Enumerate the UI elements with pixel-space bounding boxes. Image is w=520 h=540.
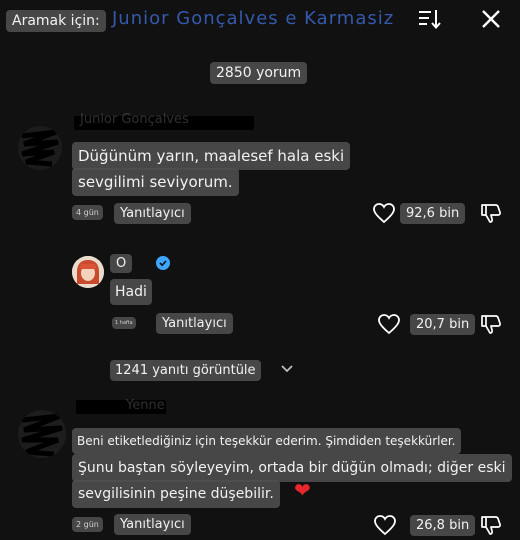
scribble-redaction [21, 413, 63, 457]
avatar[interactable] [72, 256, 104, 288]
comment-time: 2 gün [72, 517, 103, 532]
comment-text-line3: sevgilisinin peşine düşebilir. [72, 480, 280, 508]
avatar-image [72, 256, 104, 288]
thumbs-down-icon [481, 516, 501, 535]
search-label: Aramak için: [6, 10, 106, 32]
like-count: 20,7 bin [410, 314, 476, 335]
like-button[interactable] [376, 311, 402, 337]
comment-text-line2: sevgilimi seviyorum. [72, 168, 239, 196]
reply-text: Hadi [110, 279, 152, 305]
comment-author[interactable]: Yenne [126, 398, 165, 413]
sort-button[interactable] [414, 6, 444, 32]
like-count: 26,8 bin [410, 515, 476, 536]
heart-outline-icon [378, 314, 400, 335]
comment-text-line1: Düğünüm yarın, maalesef hala eski [72, 142, 351, 170]
dislike-button[interactable] [478, 200, 504, 226]
like-count: 92,6 bin [400, 203, 466, 224]
comment-text-line1: Beni etiketlediğiniz için teşekkür ederi… [72, 428, 461, 454]
comment-time: 4 gün [72, 205, 103, 220]
sort-icon [419, 10, 441, 30]
dislike-button[interactable] [478, 512, 504, 538]
close-icon [482, 10, 500, 28]
scribble-redaction [21, 129, 59, 167]
reply-button[interactable]: Yanıtlayıcı [156, 313, 233, 334]
search-query[interactable]: Junior Gonçalves e Karmasiz [112, 8, 394, 29]
like-button[interactable] [371, 200, 397, 226]
view-replies-button[interactable]: 1241 yanıtı görüntüle [110, 360, 261, 381]
thumbs-down-icon [481, 315, 501, 334]
heart-outline-icon [373, 203, 395, 224]
close-button[interactable] [476, 6, 506, 32]
reply-button[interactable]: Yanıtlayıcı [114, 203, 191, 224]
verified-badge-icon [156, 256, 170, 270]
like-button[interactable] [372, 512, 398, 538]
reply-time: 1 hafta [112, 317, 136, 329]
reply-button[interactable]: Yanıtlayıcı [114, 514, 191, 535]
avatar[interactable] [18, 126, 62, 170]
comment-text-line2: Şunu baştan söyleyeyim, ortada bir düğün… [72, 454, 512, 482]
dislike-button[interactable] [478, 311, 504, 337]
heart-emoji: ❤ [294, 478, 311, 502]
reply-author[interactable]: O [110, 254, 133, 273]
thumbs-down-icon [481, 204, 501, 223]
avatar[interactable] [18, 410, 66, 458]
comment-author[interactable]: Junior Gonçalves [80, 112, 189, 127]
heart-outline-icon [374, 515, 396, 536]
chevron-down-icon[interactable] [278, 360, 296, 378]
comments-count: 2850 yorum [210, 62, 308, 84]
